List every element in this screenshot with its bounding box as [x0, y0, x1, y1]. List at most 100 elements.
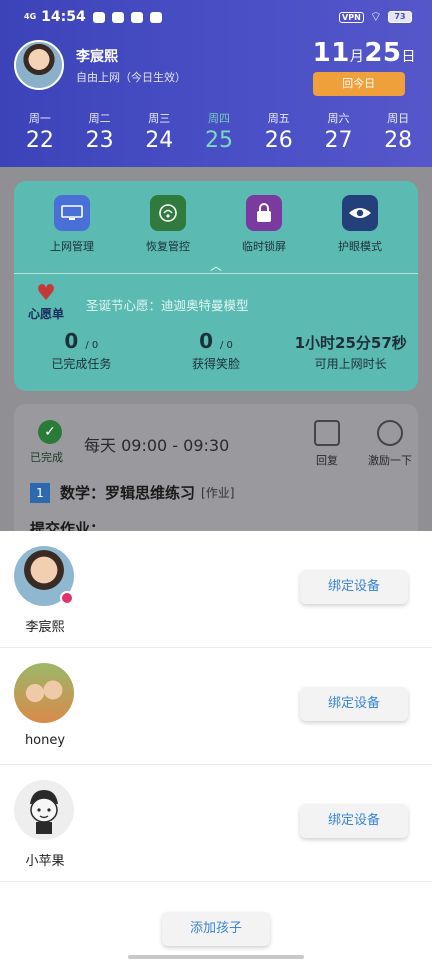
weekday-date: 24: [145, 128, 174, 153]
wishlist[interactable]: ♥ 心愿单 圣诞节心愿：迪迦奥特曼模型: [28, 281, 249, 322]
task-tag: [作业]: [201, 486, 235, 500]
profile-name: 李宸熙: [76, 48, 118, 65]
month-number: 11: [312, 38, 350, 68]
weekday-label: 周日: [387, 112, 410, 125]
month-unit: 月: [349, 49, 365, 65]
wifi-icon: ⌔: [369, 10, 382, 25]
check-icon: ✓: [38, 420, 62, 444]
task-number: 1: [30, 482, 50, 503]
weekday-date: 26: [264, 128, 293, 153]
task-time: 每天 09:00 - 09:30: [84, 436, 230, 455]
add-child-button[interactable]: 添加孩子: [162, 912, 270, 946]
eye-icon: [342, 195, 378, 231]
day-unit: 日: [401, 49, 416, 65]
selected-badge-icon: [60, 591, 74, 605]
message-icon: [149, 11, 162, 23]
chevron-up-icon[interactable]: ︿: [210, 257, 222, 274]
weekday-label: 周六: [327, 112, 350, 125]
weekday-wed[interactable]: 周三 24: [129, 110, 189, 153]
vpn-badge: VPN: [339, 11, 364, 23]
wishlist-label: 心愿单: [28, 307, 65, 321]
weekday-label: 周二: [88, 112, 111, 125]
weekday-date: 27: [324, 128, 353, 153]
battery-icon: 73: [388, 11, 412, 23]
encourage-label: 激励一下: [368, 454, 412, 467]
avatar: [14, 663, 74, 723]
tool-label: 上网管理: [50, 240, 94, 253]
avatar: [14, 780, 74, 840]
avatar[interactable]: [14, 40, 64, 90]
weekday-mon[interactable]: 周一 22: [10, 110, 70, 153]
child-selector-sheet: 李宸熙 绑定设备 honey 绑定设备 小苹果 绑定设备 添加孩子: [0, 531, 432, 960]
task-name: 数学：罗辑思维练习: [60, 484, 196, 502]
temporary-lock-button[interactable]: 临时锁屏: [224, 195, 304, 267]
heart-icon: ♥: [36, 281, 56, 306]
tool-label: 临时锁屏: [242, 240, 286, 253]
weekday-thu[interactable]: 周四 25: [189, 110, 249, 153]
profile[interactable]: 李宸熙 自由上网（今日生效）: [14, 40, 186, 90]
stat-suffix: / 0: [85, 340, 99, 351]
available-time-stat: 1小时25分57秒 可用上网时长: [283, 329, 418, 372]
stat-suffix: / 0: [219, 340, 233, 351]
weekday-date: 28: [384, 128, 413, 153]
control-card: 上网管理 恢复管控 临时锁屏 护眼模式 ︿ ♥ 心愿单 圣诞节心愿：迪迦奥特曼模: [14, 181, 418, 391]
child-name: honey: [24, 733, 66, 748]
network-indicator: 4G: [24, 12, 37, 21]
weekday-fri[interactable]: 周五 26: [249, 110, 309, 153]
status-time: 14:54: [41, 9, 86, 25]
stats-row: 0 / 0 已完成任务 0 / 0 获得笑脸 1小时25分57秒 可用上网时长: [14, 329, 418, 372]
bind-device-button[interactable]: 绑定设备: [300, 804, 408, 838]
stat-label: 获得笑脸: [192, 357, 241, 371]
lock-icon: [246, 195, 282, 231]
stat-label: 可用上网时长: [314, 357, 387, 371]
monitor-icon: [54, 195, 90, 231]
reply-button[interactable]: 回复: [314, 420, 340, 468]
weekday-label: 周四: [208, 112, 231, 125]
weekday-date: 25: [205, 128, 234, 153]
weekday-label: 周一: [28, 112, 51, 125]
notification-icon: [92, 11, 105, 23]
stat-label: 已完成任务: [51, 357, 112, 371]
stat-value: 1小时25分57秒: [294, 334, 407, 352]
weekday-label: 周三: [148, 112, 171, 125]
stat-value: 0: [199, 329, 214, 353]
list-item[interactable]: 李宸熙 绑定设备: [0, 531, 432, 648]
restore-control-icon: [150, 195, 186, 231]
cartoon-boy-icon: [30, 790, 58, 834]
tool-label: 护眼模式: [338, 240, 382, 253]
bind-device-button[interactable]: 绑定设备: [300, 570, 408, 604]
stat-value: 0: [64, 329, 79, 353]
week-strip: 周一 22 周二 23 周三 24 周四 25 周五 26 周六 27 周日 28: [10, 110, 428, 153]
smiles-stat: 0 / 0 获得笑脸: [149, 329, 284, 372]
smile-icon: [377, 420, 403, 446]
weekday-label: 周五: [267, 112, 290, 125]
weekday-sat[interactable]: 周六 27: [309, 110, 369, 153]
header: 4G 14:54 VPN ⌔ 73 李宸熙 自由上网（今日生效） 11月25日 …: [0, 0, 432, 167]
restore-control-button[interactable]: 恢复管控: [128, 195, 208, 267]
weekday-sun[interactable]: 周日 28: [368, 110, 428, 153]
comment-icon: [314, 420, 340, 446]
list-item[interactable]: honey 绑定设备: [0, 648, 432, 765]
reply-label: 回复: [316, 454, 338, 467]
completed-tasks-stat: 0 / 0 已完成任务: [14, 329, 149, 372]
bind-device-button[interactable]: 绑定设备: [300, 687, 408, 721]
notification-icon: [111, 11, 124, 23]
internet-management-button[interactable]: 上网管理: [32, 195, 112, 267]
back-to-today-button[interactable]: 回今日: [312, 72, 405, 96]
date-display: 11月25日 回今日: [312, 38, 416, 96]
eye-protection-button[interactable]: 护眼模式: [320, 195, 400, 267]
tool-label: 恢复管控: [146, 240, 190, 253]
list-item[interactable]: 小苹果 绑定设备: [0, 765, 432, 882]
child-name: 李宸熙: [25, 620, 65, 635]
wishlist-text: 圣诞节心愿：迪迦奥特曼模型: [86, 298, 249, 313]
child-name: 小苹果: [25, 854, 65, 869]
task-status: 已完成: [30, 451, 63, 464]
weekday-tue[interactable]: 周二 23: [70, 110, 130, 153]
status-bar: 4G 14:54 VPN ⌔ 73: [24, 6, 412, 28]
notification-icon: [130, 11, 143, 23]
home-indicator[interactable]: [128, 955, 304, 959]
encourage-button[interactable]: 激励一下: [368, 420, 412, 468]
weekday-date: 22: [25, 128, 54, 153]
profile-subtitle: 自由上网（今日生效）: [76, 70, 186, 84]
task-card[interactable]: ✓ 已完成 每天 09:00 - 09:30 回复 激励一下 1 数学：罗辑思维…: [14, 404, 418, 544]
